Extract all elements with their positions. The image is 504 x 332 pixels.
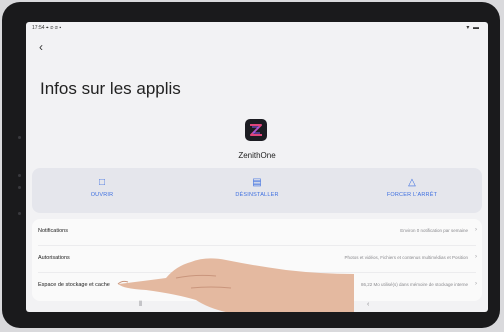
notifications-row[interactable]: Notifications Environ 0 notification par… [32,219,482,243]
back-arrow-icon[interactable]: ‹ [39,41,43,53]
warning-icon: △ [408,177,416,188]
force-stop-label: FORCER L'ARRÊT [386,192,438,198]
status-bar: 17:54 ⌖ ⊘ ⊘ ▪ ▾ ▬ [26,22,488,33]
chevron-right-icon: › [475,281,477,287]
chevron-right-icon: › [475,227,477,233]
row-label: Notifications [38,228,68,234]
trash-icon: ▤ [252,177,262,188]
chevron-right-icon: › [475,254,477,260]
tablet-screen: 17:54 ⌖ ⊘ ⊘ ▪ ▾ ▬ ‹ Infos sur les applis… [26,22,488,312]
bezel-sensor-dot [18,186,21,189]
app-actions-panel: □ OUVRIR ▤ DÉSINSTALLER △ FORCER L'ARRÊT [32,168,482,213]
row-value: 86,22 Mo utilisé(s) dans mémoire de stoc… [360,282,468,287]
page-title: Infos sur les applis [40,79,181,98]
bezel-sensor-dot [18,174,21,177]
row-value: Environ 0 notification par semaine [400,228,468,233]
status-time: 17:54 ⌖ ⊘ ⊘ ▪ [32,25,62,31]
app-name: ZenithOne [238,151,276,160]
status-signals: ▾ ▬ [466,25,480,31]
bezel-sensor-dot [18,212,21,215]
open-icon: □ [98,177,106,188]
bezel-camera-dot [18,136,21,139]
row-label: Espace de stockage et cache [38,282,110,288]
open-button[interactable]: □ OUVRIR [32,177,172,198]
zenithone-app-icon [245,119,267,141]
force-stop-button[interactable]: △ FORCER L'ARRÊT [342,177,482,198]
back-nav-icon[interactable]: ‹ [367,301,369,308]
uninstall-button[interactable]: ▤ DÉSINSTALLER [187,177,327,198]
pointing-hand-image [117,258,354,312]
open-label: OUVRIR [90,192,114,198]
row-label: Autorisations [38,255,70,261]
uninstall-label: DÉSINSTALLER [235,192,279,198]
row-value: Photos et vidéos, Fichiers et contenus m… [344,255,468,260]
